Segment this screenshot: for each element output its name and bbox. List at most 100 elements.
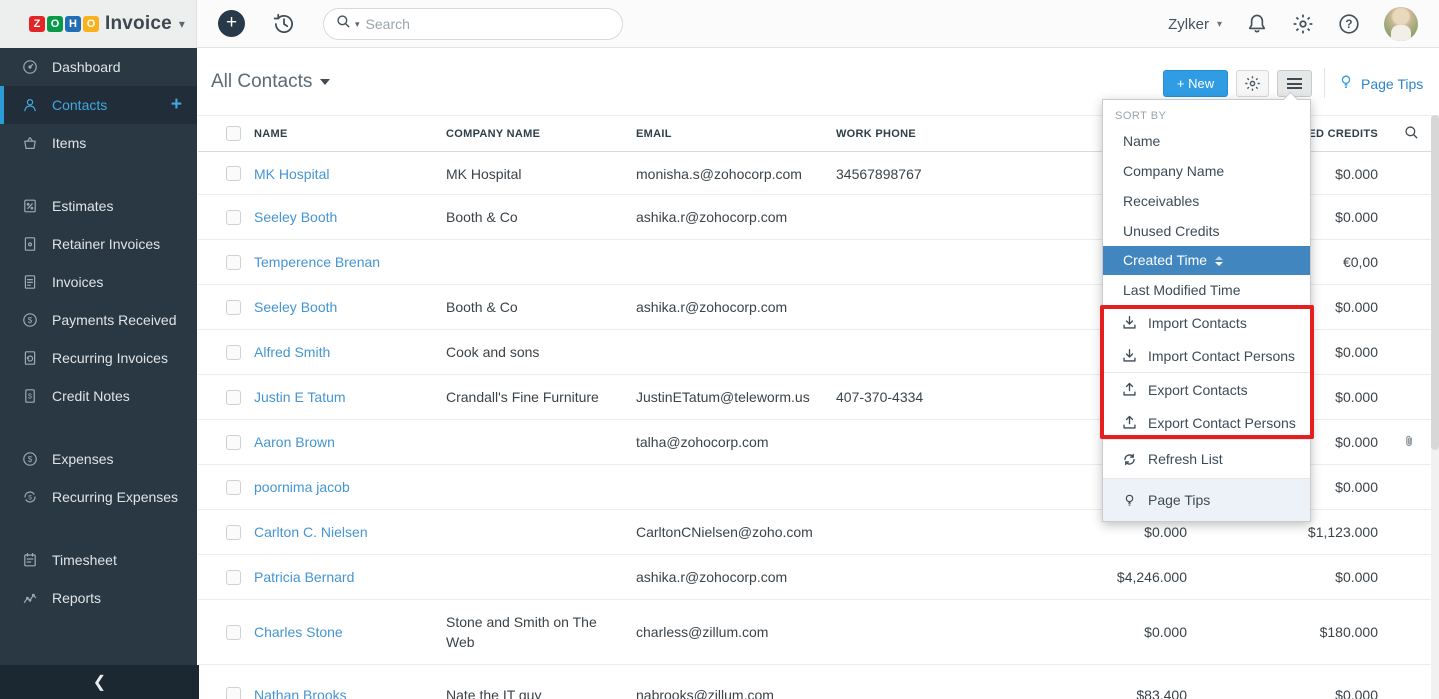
org-switcher[interactable]: Zylker ▾ [1168, 16, 1222, 33]
menu-item-page-tips[interactable]: Page Tips [1103, 479, 1310, 521]
contact-name-link[interactable]: Seeley Booth [254, 209, 337, 225]
svg-text:$: $ [28, 494, 32, 501]
row-checkbox[interactable] [226, 625, 241, 640]
settings-gear-icon[interactable] [1292, 13, 1314, 35]
scrollbar-thumb[interactable] [1431, 115, 1439, 450]
list-more-menu-button[interactable] [1277, 70, 1312, 97]
contact-name-link[interactable]: Justin E Tatum [254, 389, 346, 405]
export-icon [1122, 382, 1137, 397]
quick-create-button[interactable]: + [218, 10, 245, 37]
sidebar-item-label: Items [52, 135, 86, 151]
company-name: Cook and sons [446, 342, 636, 362]
contact-name-link[interactable]: Patricia Bernard [254, 569, 354, 585]
search-input[interactable]: ▾ Search [323, 8, 623, 40]
sidebar-item-recurring-invoices[interactable]: Recurring Invoices [0, 339, 197, 377]
row-checkbox[interactable] [226, 570, 241, 585]
contact-name-link[interactable]: Nathan Brooks [254, 687, 347, 699]
sort-option-last-modified-time[interactable]: Last Modified Time [1103, 275, 1310, 305]
menu-item-import-contact-persons[interactable]: Import Contact Persons [1103, 339, 1310, 372]
sidebar-item-estimates[interactable]: Estimates [0, 187, 197, 225]
row-checkbox[interactable] [226, 255, 241, 270]
receivables-amount: $0.000 [986, 524, 1187, 540]
row-checkbox[interactable] [226, 210, 241, 225]
contact-name-link[interactable]: Alfred Smith [254, 344, 330, 360]
sidebar-item-payments-received[interactable]: $Payments Received [0, 301, 197, 339]
vertical-scrollbar[interactable] [1431, 115, 1439, 699]
contact-name-link[interactable]: Seeley Booth [254, 299, 337, 315]
search-scope-caret-icon[interactable]: ▾ [355, 19, 360, 30]
sidebar-item-reports[interactable]: Reports [0, 579, 197, 617]
new-contact-button[interactable]: + New [1163, 70, 1228, 97]
unused-credits-amount: $1,123.000 [1187, 524, 1378, 540]
sidebar-item-contacts[interactable]: Contacts+ [0, 86, 197, 124]
column-header[interactable]: WORK PHONE [836, 128, 986, 140]
contact-name-link[interactable]: Carlton C. Nielsen [254, 524, 368, 540]
email: JustinETatum@teleworm.us [636, 389, 836, 405]
sort-option-receivables[interactable]: Receivables [1103, 186, 1310, 216]
menu-item-refresh-list[interactable]: Refresh List [1103, 440, 1310, 478]
menu-item-export-contact-persons[interactable]: Export Contact Persons [1103, 406, 1310, 439]
notifications-bell-icon[interactable] [1246, 13, 1268, 35]
row-checkbox[interactable] [226, 687, 241, 699]
recent-history-icon[interactable] [271, 11, 297, 37]
contacts-icon [22, 97, 38, 113]
sort-option-created-time[interactable]: Created Time [1103, 246, 1310, 275]
user-avatar[interactable] [1384, 7, 1418, 41]
sidebar-group-gap [0, 162, 197, 187]
table-row[interactable]: Charles StoneStone and Smith on The Webc… [198, 600, 1439, 665]
column-header[interactable]: COMPANY NAME [446, 124, 636, 144]
unused-credits-amount: $180.000 [1187, 624, 1378, 640]
add-contact-plus-icon[interactable]: + [171, 94, 182, 116]
sidebar-item-label: Timesheet [52, 552, 117, 568]
company-name: Crandall's Fine Furniture [446, 387, 636, 407]
column-header[interactable]: EMAIL [636, 128, 836, 140]
company-name: Booth & Co [446, 297, 636, 317]
page-tips-link[interactable]: Page Tips [1338, 74, 1423, 93]
sidebar-item-expenses[interactable]: $Expenses [0, 440, 197, 478]
menu-item-export-contacts[interactable]: Export Contacts [1103, 373, 1310, 406]
list-settings-button[interactable] [1236, 70, 1269, 97]
page-title[interactable]: All Contacts [211, 71, 330, 93]
contact-name-link[interactable]: Temperence Brenan [254, 254, 380, 270]
sidebar-collapse-button[interactable]: ❮ [0, 665, 199, 699]
estimates-icon [22, 198, 38, 214]
row-checkbox[interactable] [226, 300, 241, 315]
row-checkbox[interactable] [226, 525, 241, 540]
recurring-invoices-icon [22, 350, 38, 366]
svg-text:?: ? [1345, 18, 1352, 31]
sidebar-item-retainer-invoices[interactable]: Retainer Invoices [0, 225, 197, 263]
receivables-amount: $83.400 [986, 687, 1187, 699]
row-checkbox[interactable] [226, 480, 241, 495]
menu-item-import-contacts[interactable]: Import Contacts [1103, 306, 1310, 339]
invoices-icon [22, 274, 38, 290]
contact-name-link[interactable]: Aaron Brown [254, 434, 335, 450]
help-icon[interactable]: ? [1338, 13, 1360, 35]
sort-option-unused-credits[interactable]: Unused Credits [1103, 216, 1310, 246]
sidebar-item-items[interactable]: Items [0, 124, 197, 162]
app-logo[interactable]: ZOHO Invoice ▾ [0, 0, 197, 48]
export-icon [1122, 415, 1137, 430]
row-checkbox[interactable] [226, 345, 241, 360]
table-row[interactable]: Patricia Bernardashika.r@zohocorp.com$4,… [198, 555, 1439, 600]
table-search-icon[interactable] [1404, 125, 1419, 143]
sidebar-item-invoices[interactable]: Invoices [0, 263, 197, 301]
sort-option-company-name[interactable]: Company Name [1103, 156, 1310, 186]
row-checkbox[interactable] [226, 166, 241, 181]
sidebar-item-dashboard[interactable]: Dashboard [0, 48, 197, 86]
sort-option-name[interactable]: Name [1103, 126, 1310, 156]
contact-name-link[interactable]: MK Hospital [254, 166, 329, 182]
table-row[interactable]: Nathan BrooksNate the IT guynabrooks@zil… [198, 665, 1439, 699]
contact-name-link[interactable]: Charles Stone [254, 624, 343, 640]
app-window: ZOHO Invoice ▾ + ▾ Search Zylker ▾ [0, 0, 1439, 699]
row-checkbox[interactable] [226, 390, 241, 405]
sidebar-item-timesheet[interactable]: Timesheet [0, 541, 197, 579]
sidebar-item-credit-notes[interactable]: $Credit Notes [0, 377, 197, 415]
contact-name-link[interactable]: poornima jacob [254, 479, 350, 495]
email: CarltonCNielsen@zoho.com [636, 524, 836, 540]
paperclip-icon[interactable] [1402, 435, 1416, 451]
row-checkbox[interactable] [226, 435, 241, 450]
column-header[interactable]: NAME [254, 128, 446, 140]
sidebar-item-recurring-expenses[interactable]: $Recurring Expenses [0, 478, 197, 516]
sidebar-group-gap [0, 516, 197, 541]
select-all-checkbox[interactable] [226, 126, 241, 141]
